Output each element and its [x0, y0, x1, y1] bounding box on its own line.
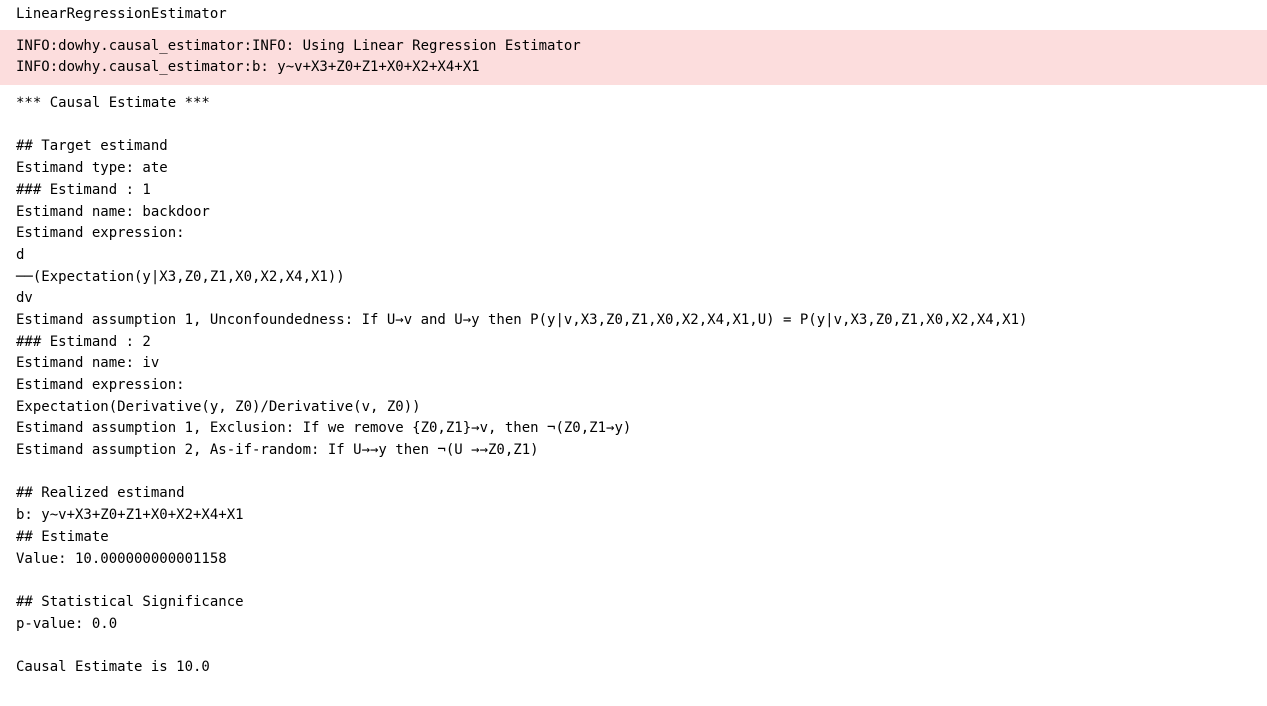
estimand-1-expression-label: Estimand expression: — [16, 225, 185, 241]
estimate-header: ## Estimate — [16, 529, 109, 545]
estimand-2-assumption-1: Estimand assumption 1, Exclusion: If we … — [16, 420, 631, 436]
realized-estimand-header: ## Realized estimand — [16, 485, 185, 501]
estimator-title: LinearRegressionEstimator — [0, 0, 1267, 30]
info-line-2: INFO:dowhy.causal_estimator:b: y~v+X3+Z0… — [16, 59, 480, 75]
estimand-2-header: ### Estimand : 2 — [16, 334, 151, 350]
estimand-2-assumption-2: Estimand assumption 2, As-if-random: If … — [16, 442, 539, 458]
estimand-2-expression: Expectation(Derivative(y, Z0)/Derivative… — [16, 399, 421, 415]
estimand-type: Estimand type: ate — [16, 160, 168, 176]
p-value: p-value: 0.0 — [16, 616, 117, 632]
estimand-1-name: Estimand name: backdoor — [16, 204, 210, 220]
info-log-block: INFO:dowhy.causal_estimator:INFO: Using … — [0, 30, 1267, 85]
causal-estimate-header: *** Causal Estimate *** — [16, 95, 210, 111]
estimand-1-expression-frac: ──(Expectation(y|X3,Z0,Z1,X0,X2,X4,X1)) — [16, 269, 345, 285]
estimand-2-name: Estimand name: iv — [16, 355, 159, 371]
estimand-1-header: ### Estimand : 1 — [16, 182, 151, 198]
estimate-value: Value: 10.000000000001158 — [16, 551, 227, 567]
estimand-1-expression-dv: dv — [16, 290, 33, 306]
output-block: *** Causal Estimate *** ## Target estima… — [0, 85, 1267, 695]
target-estimand-header: ## Target estimand — [16, 138, 168, 154]
estimand-1-assumption: Estimand assumption 1, Unconfoundedness:… — [16, 312, 1027, 328]
statistical-significance-header: ## Statistical Significance — [16, 594, 244, 610]
estimand-2-expression-label: Estimand expression: — [16, 377, 185, 393]
final-causal-estimate: Causal Estimate is 10.0 — [16, 659, 210, 675]
info-line-1: INFO:dowhy.causal_estimator:INFO: Using … — [16, 38, 581, 54]
estimand-1-expression-d: d — [16, 247, 24, 263]
realized-estimand-expression: b: y~v+X3+Z0+Z1+X0+X2+X4+X1 — [16, 507, 244, 523]
